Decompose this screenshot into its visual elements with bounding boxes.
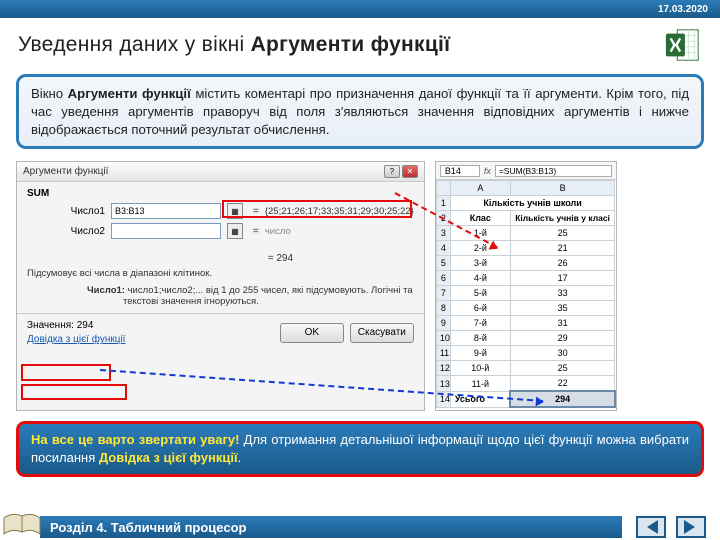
help-link[interactable]: Довідка з цієї функції <box>27 334 274 345</box>
header-cell[interactable]: Клас <box>450 211 510 226</box>
title-prefix: Уведення даних у вікні <box>18 33 251 56</box>
cell[interactable]: 21 <box>510 241 615 256</box>
warn-em2: Довідка з цієї функції <box>99 450 238 465</box>
col-header-b[interactable]: B <box>510 181 615 196</box>
cell[interactable]: 29 <box>510 331 615 346</box>
next-button[interactable] <box>676 516 706 538</box>
arg-description: Число1: число1;число2;... від 1 до 255 ч… <box>27 285 414 307</box>
arg2-input[interactable] <box>111 223 221 239</box>
formula-input[interactable]: =SUM(B3:B13) <box>495 165 612 177</box>
row-header[interactable]: 5 <box>436 256 450 271</box>
triangle-right-icon <box>684 520 702 534</box>
cell[interactable]: 8-й <box>450 331 510 346</box>
value-label: Значення: 294 <box>27 320 274 331</box>
row-header[interactable]: 8 <box>436 301 450 316</box>
row-header[interactable]: 13 <box>436 376 450 392</box>
sheet-title[interactable]: Кількість учнів школи <box>450 196 615 211</box>
nav-buttons <box>622 516 720 538</box>
page-title: Уведення даних у вікні Аргументи функції <box>18 33 664 57</box>
cell[interactable]: 35 <box>510 301 615 316</box>
fx-icon[interactable]: fx <box>484 166 491 176</box>
cell[interactable]: 31 <box>510 316 615 331</box>
row-header[interactable]: 1 <box>436 196 450 211</box>
arg-desc-text: число1;число2;... від 1 до 255 чисел, як… <box>123 285 413 307</box>
cell[interactable]: 7-й <box>450 316 510 331</box>
row-header[interactable]: 4 <box>436 241 450 256</box>
book-icon <box>2 510 42 540</box>
content-area: Аргументи функції ? ✕ SUM Число1 B3:B13 … <box>0 155 720 417</box>
col-header-a[interactable]: A <box>450 181 510 196</box>
arg2-placeholder: число <box>265 226 291 237</box>
cell[interactable]: 26 <box>510 256 615 271</box>
function-arguments-dialog: Аргументи функції ? ✕ SUM Число1 B3:B13 … <box>16 161 425 411</box>
dialog-footer: Значення: 294 Довідка з цієї функції OK … <box>17 313 424 351</box>
function-name: SUM <box>27 188 414 199</box>
warn-t2: . <box>238 450 242 465</box>
prev-button[interactable] <box>636 516 666 538</box>
formula-bar: B14 fx =SUM(B3:B13) <box>436 162 616 180</box>
topbar: 17.03.2020 <box>0 0 720 18</box>
dialog-titlebar[interactable]: Аргументи функції ? ✕ <box>17 162 424 182</box>
triangle-left-icon <box>640 520 658 534</box>
excel-logo-icon <box>664 26 702 64</box>
row-header[interactable]: 3 <box>436 226 450 241</box>
warn-em1: На все це варто звертати увагу! <box>31 432 239 447</box>
ok-button[interactable]: OK <box>280 323 344 343</box>
footer: Розділ 4. Табличний процесор <box>0 514 720 540</box>
info-text-a: Вікно <box>31 86 68 101</box>
eq-sign: = <box>253 226 259 237</box>
cell[interactable]: 25 <box>510 361 615 376</box>
header: Уведення даних у вікні Аргументи функції <box>0 18 720 68</box>
arg2-label: Число2 <box>27 226 105 237</box>
function-description: Підсумовує всі числа в діапазоні клітино… <box>27 268 414 279</box>
cancel-button[interactable]: Скасувати <box>350 323 414 343</box>
row-header[interactable]: 10 <box>436 331 450 346</box>
grid: AB 1Кількість учнів школи 2КласКількість… <box>436 180 616 408</box>
cell-reference[interactable]: B14 <box>440 165 480 177</box>
header-cell[interactable]: Кількість учнів у класі <box>510 211 615 226</box>
title-bold: Аргументи функції <box>251 33 451 56</box>
cell[interactable]: 11-й <box>450 376 510 392</box>
cell[interactable]: 4-й <box>450 271 510 286</box>
arg1-label: Число1 <box>27 206 105 217</box>
arg1-row: Число1 B3:B13 ▦ = {25;21;26;17;33;35;31;… <box>27 203 414 219</box>
row-header[interactable]: 12 <box>436 361 450 376</box>
highlight-value <box>21 364 111 381</box>
warning-box: На все це варто звертати увагу! Для отри… <box>16 421 704 476</box>
range-picker-icon[interactable]: ▦ <box>227 203 243 219</box>
dialog-title: Аргументи функції <box>23 166 384 177</box>
row-header[interactable]: 11 <box>436 346 450 361</box>
corner-cell[interactable] <box>436 181 450 196</box>
cell[interactable]: 33 <box>510 286 615 301</box>
footer-text: Розділ 4. Табличний процесор <box>50 520 246 535</box>
arg2-row: Число2 ▦ = число <box>27 223 414 239</box>
calc-result: = 294 <box>27 253 414 264</box>
cell[interactable]: 3-й <box>450 256 510 271</box>
footer-bar: Розділ 4. Табличний процесор <box>40 516 622 538</box>
close-icon[interactable]: ✕ <box>402 165 418 178</box>
cell[interactable]: 6-й <box>450 301 510 316</box>
eq-sign: = <box>253 206 259 217</box>
arg1-result: {25;21;26;17;33;35;31;29;30;25;22} <box>265 206 414 217</box>
date-label: 17.03.2020 <box>658 4 708 15</box>
cell[interactable]: 30 <box>510 346 615 361</box>
row-header[interactable]: 7 <box>436 286 450 301</box>
highlight-help-link <box>21 384 127 400</box>
arg-desc-bold: Число1: <box>87 285 125 296</box>
info-text-b: Аргументи функції <box>68 86 191 101</box>
info-box: Вікно Аргументи функції містить коментар… <box>16 74 704 149</box>
cell[interactable]: 10-й <box>450 361 510 376</box>
range-picker-icon[interactable]: ▦ <box>227 223 243 239</box>
cell[interactable]: 22 <box>510 376 615 392</box>
spreadsheet: B14 fx =SUM(B3:B13) AB 1Кількість учнів … <box>435 161 617 411</box>
row-header[interactable]: 9 <box>436 316 450 331</box>
help-icon[interactable]: ? <box>384 165 400 178</box>
row-header[interactable]: 6 <box>436 271 450 286</box>
cell[interactable]: 17 <box>510 271 615 286</box>
cell[interactable]: 9-й <box>450 346 510 361</box>
arg1-input[interactable]: B3:B13 <box>111 203 221 219</box>
cell[interactable]: 25 <box>510 226 615 241</box>
cell[interactable]: 5-й <box>450 286 510 301</box>
